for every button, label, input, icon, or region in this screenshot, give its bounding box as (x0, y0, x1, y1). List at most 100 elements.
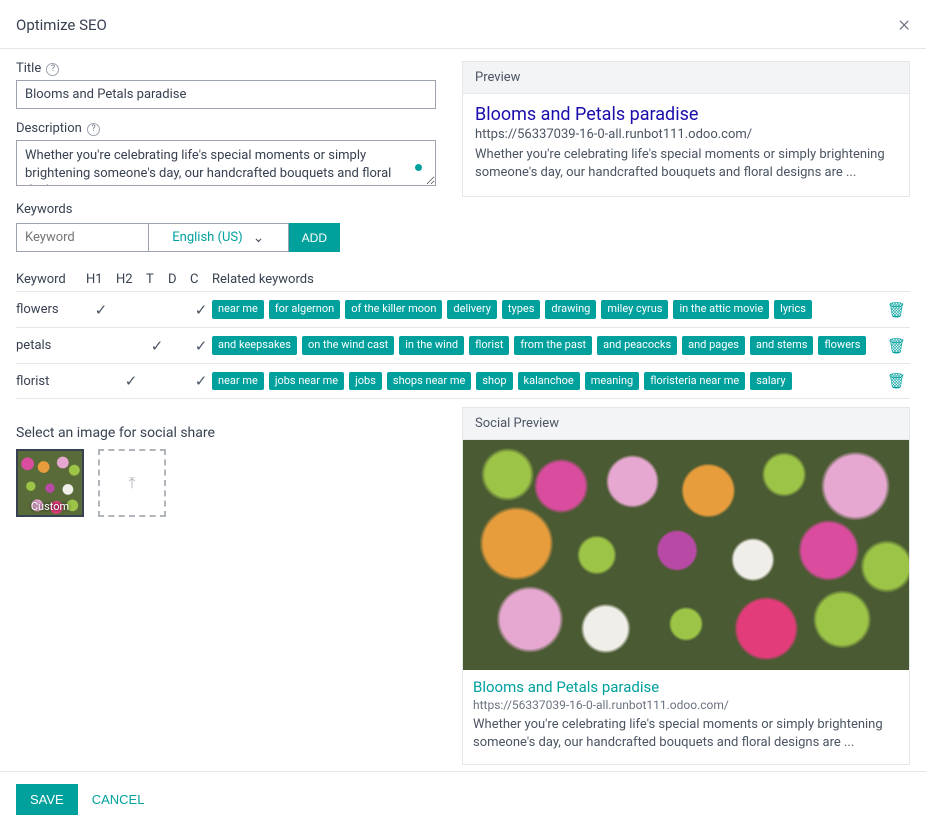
social-title: Blooms and Petals paradise (473, 678, 899, 696)
modal-body: Title ? Description ? Whether you're cel… (0, 49, 926, 771)
serp-preview-header: Preview (463, 62, 909, 94)
social-description: Whether you're celebrating life's specia… (473, 716, 899, 752)
help-icon[interactable]: ? (87, 123, 100, 136)
col-keyword: Keyword (16, 272, 86, 287)
left-column: Title ? Description ? Whether you're cel… (16, 61, 436, 252)
col-h2: H2 (116, 272, 146, 287)
keywords-label: Keywords (16, 202, 436, 217)
related-tag[interactable]: shop (476, 372, 512, 390)
check-t: ✓ (146, 337, 168, 355)
chevron-down-icon: ⌄ (253, 230, 265, 246)
check-h2: ✓ (116, 372, 146, 390)
social-url: https://56337039-16-0-all.runbot111.odoo… (473, 698, 899, 712)
description-wrap: Whether you're celebrating life's specia… (16, 140, 436, 190)
related-tag[interactable]: near me (212, 300, 264, 318)
close-icon[interactable]: × (898, 14, 910, 36)
col-t: T (146, 272, 168, 287)
related-tag[interactable]: florist (469, 336, 509, 354)
related-tag[interactable]: and keepsakes (212, 336, 297, 354)
check-c: ✓ (190, 372, 212, 390)
related-keywords: and keepsakes on the wind cast in the wind… (212, 336, 880, 354)
delete-keyword-icon[interactable]: 🗑 (880, 372, 910, 390)
related-tag[interactable]: drawing (545, 300, 596, 318)
check-h1: ✓ (86, 301, 116, 319)
related-tag[interactable]: on the wind cast (302, 336, 394, 354)
social-preview-header: Social Preview (463, 408, 909, 440)
social-preview-image (463, 440, 909, 670)
related-tag[interactable]: lyrics (774, 300, 812, 318)
related-tag[interactable]: flowers (818, 336, 866, 354)
save-button[interactable]: SAVE (16, 784, 78, 815)
related-tag[interactable]: floristeria near me (644, 372, 745, 390)
keyword-name: flowers (16, 302, 86, 317)
keyword-table: Keyword H1 H2 T D C Related keywords flo… (16, 268, 910, 399)
serp-title: Blooms and Petals paradise (475, 104, 897, 125)
modal-title: Optimize SEO (16, 16, 107, 34)
related-tag[interactable]: types (502, 300, 541, 318)
keyword-name: petals (16, 338, 86, 353)
related-tag[interactable]: shops near me (387, 372, 471, 390)
related-keywords: near me jobs near me jobs shops near me shop… (212, 372, 880, 390)
related-tag[interactable]: jobs (349, 372, 382, 390)
related-tag[interactable]: and pages (682, 336, 745, 354)
related-tag[interactable]: kalanchoe (518, 372, 580, 390)
serp-preview-card: Preview Blooms and Petals paradise https… (462, 61, 910, 197)
serp-preview-body: Blooms and Petals paradise https://56337… (463, 94, 909, 196)
serp-url: https://56337039-16-0-all.runbot111.odoo… (475, 127, 897, 142)
title-input[interactable] (16, 80, 436, 109)
social-left: Select an image for social share Custom … (16, 407, 436, 517)
check-c: ✓ (190, 337, 212, 355)
language-select[interactable]: English (US) ⌄ (148, 223, 289, 252)
col-h1: H1 (86, 272, 116, 287)
cancel-button[interactable]: CANCEL (92, 792, 145, 807)
col-c: C (190, 272, 212, 287)
social-right: Social Preview Blooms and Petals paradis… (462, 407, 910, 765)
keyword-name: florist (16, 374, 86, 389)
related-keywords: near me for algernon of the killer moon del… (212, 300, 880, 318)
related-tag[interactable]: in the wind (399, 336, 464, 354)
related-tag[interactable]: and stems (750, 336, 813, 354)
social-image-custom[interactable]: Custom (16, 449, 84, 517)
keyword-input[interactable] (16, 223, 148, 252)
modal-footer: SAVE CANCEL (0, 771, 926, 827)
col-d: D (168, 272, 190, 287)
status-dot-icon (415, 164, 422, 171)
related-tag[interactable]: in the attic movie (673, 300, 769, 318)
related-tag[interactable]: from the past (514, 336, 592, 354)
related-tag[interactable]: of the killer moon (345, 300, 442, 318)
help-icon[interactable]: ? (46, 63, 59, 76)
seo-modal: Optimize SEO × Title ? Description ? Whe… (0, 0, 926, 827)
col-related: Related keywords (212, 272, 880, 287)
related-tag[interactable]: salary (750, 372, 791, 390)
keyword-row: flowers✓✓near mefor algernonof the kille… (16, 291, 910, 327)
related-tag[interactable]: for algernon (269, 300, 340, 318)
check-c: ✓ (190, 301, 212, 319)
delete-keyword-icon[interactable]: 🗑 (880, 337, 910, 355)
right-column: Preview Blooms and Petals paradise https… (462, 61, 910, 207)
keyword-input-row: English (US) ⌄ ADD (16, 223, 340, 252)
related-tag[interactable]: meaning (585, 372, 639, 390)
social-preview-body: Blooms and Petals paradise https://56337… (463, 670, 909, 764)
upload-icon: ⤒ (128, 473, 135, 493)
modal-header: Optimize SEO × (0, 0, 926, 49)
add-keyword-button[interactable]: ADD (289, 223, 340, 252)
title-label: Title ? (16, 61, 436, 76)
social-preview-card: Social Preview Blooms and Petals paradis… (462, 407, 910, 765)
keyword-table-head: Keyword H1 H2 T D C Related keywords (16, 268, 910, 291)
image-row: Custom ⤒ (16, 449, 436, 517)
description-label: Description ? (16, 121, 436, 136)
social-share-label: Select an image for social share (16, 425, 436, 441)
keyword-row: petals✓✓and keepsakeson the wind castin … (16, 327, 910, 363)
related-tag[interactable]: delivery (447, 300, 497, 318)
keyword-row: florist✓✓near mejobs near mejobsshops ne… (16, 363, 910, 399)
related-tag[interactable]: near me (212, 372, 264, 390)
language-value: English (US) (172, 230, 242, 245)
upload-image-button[interactable]: ⤒ (98, 449, 166, 517)
delete-keyword-icon[interactable]: 🗑 (880, 301, 910, 319)
description-input[interactable]: Whether you're celebrating life's specia… (16, 140, 436, 186)
serp-description: Whether you're celebrating life's specia… (475, 146, 897, 182)
related-tag[interactable]: miley cyrus (601, 300, 668, 318)
thumb-label: Custom (18, 500, 82, 513)
related-tag[interactable]: and peacocks (597, 336, 677, 354)
related-tag[interactable]: jobs near me (269, 372, 344, 390)
